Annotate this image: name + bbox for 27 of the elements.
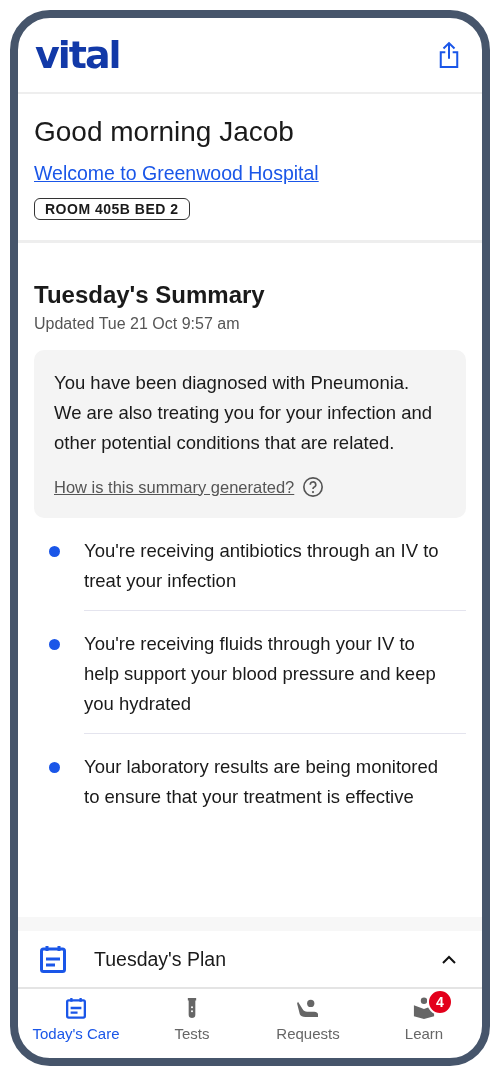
greeting-title: Good morning Jacob (34, 116, 295, 148)
nav-tab[interactable]: Requests (250, 995, 366, 1058)
notification-badge: 4 (427, 989, 453, 1015)
calendar-icon (40, 945, 66, 973)
nav-tab[interactable]: Tests (134, 995, 250, 1058)
nav-tab[interactable]: Today's Care (18, 995, 134, 1058)
plan-title: Tuesday's Plan (94, 947, 227, 971)
summary-point: You're receiving antibiotics through an IV to treat your infection (84, 536, 466, 611)
help-icon[interactable] (302, 476, 325, 498)
test-tube-icon (187, 996, 197, 1020)
calendar-icon (66, 997, 86, 1019)
summary-title: Tuesday's Summary (34, 281, 266, 309)
bullet-dot (49, 639, 60, 650)
help-link[interactable]: How is this summary generated? (54, 477, 295, 497)
diagnosis-text: You have been diagnosed with Pneumonia. We are also treating you for your infection and other potential conditions that are related. (54, 371, 434, 455)
app-logo: vital (35, 33, 120, 77)
summary-point: Your laboratory results are being monitored to ensure that your treatment is effective (84, 755, 440, 809)
raised-hand-icon (297, 998, 319, 1018)
plan-header[interactable]: Tuesday's Plan (18, 931, 482, 989)
bullet-dot (49, 546, 60, 557)
hospital-link[interactable]: Welcome to Greenwood Hospital (34, 162, 319, 185)
bullet-dot (49, 762, 60, 773)
share-icon[interactable] (438, 41, 460, 69)
room-badge: ROOM 405B BED 2 (34, 198, 190, 220)
summary-point: You're receiving fluids through your IV to help support your blood pressure and keep you hydrated (84, 629, 466, 734)
updated-time: Updated Tue 21 Oct 9:57 am (34, 315, 241, 333)
chevron-icon[interactable] (442, 954, 456, 964)
